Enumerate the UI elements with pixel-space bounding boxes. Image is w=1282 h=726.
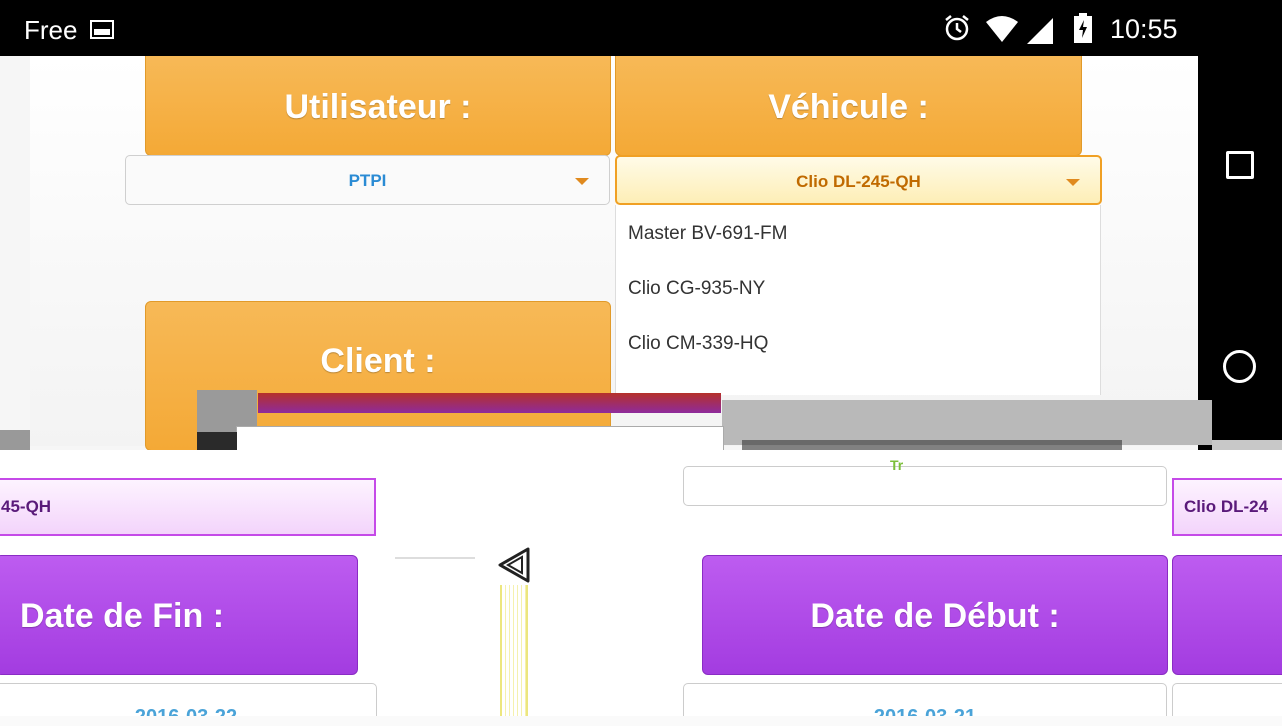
render-artifact (0, 430, 30, 452)
dropdown-option[interactable]: Clio CG-935-NY (616, 260, 1100, 315)
chevron-down-icon (575, 178, 589, 185)
user-select[interactable]: PTPI (125, 155, 610, 205)
chevron-down-icon (1066, 179, 1080, 186)
signal-icon (1027, 18, 1053, 44)
search-input[interactable] (683, 466, 1167, 506)
user-select-value: PTPI (348, 171, 387, 190)
vehicle-select-duplicate[interactable]: Clio DL-24 (1172, 478, 1282, 536)
clock: 10:55 (1110, 14, 1178, 44)
vehicle-label: Véhicule : (615, 56, 1082, 156)
battery-charging-icon (1074, 13, 1092, 43)
dropdown-option[interactable]: Clio CM-339-HQ (616, 315, 1100, 370)
render-artifact (258, 393, 721, 413)
alarm-icon (945, 15, 969, 41)
vehicle-select-duplicate[interactable]: 45-QH (0, 478, 376, 536)
end-date-label: Date de Fin : (0, 555, 358, 675)
home-icon[interactable] (1223, 350, 1256, 383)
vehicle-select[interactable]: Clio DL-245-QH (615, 155, 1102, 205)
carrier-name: Free (24, 15, 78, 45)
status-bar: Free 10:55 (0, 0, 1282, 56)
render-artifact (557, 600, 587, 720)
image-notification-icon (90, 20, 114, 39)
recent-apps-icon[interactable] (1226, 151, 1254, 179)
back-icon[interactable] (496, 546, 532, 584)
wifi-icon (986, 16, 1018, 42)
render-artifact (0, 716, 1282, 726)
vehicle-dropdown-list: Master BV-691-FM Clio CG-935-NY Clio CM-… (615, 205, 1101, 395)
partial-label: Tr (890, 457, 904, 473)
start-date-label: Date de Début : (702, 555, 1168, 675)
user-label: Utilisateur : (145, 56, 611, 156)
purple-header-partial (1172, 555, 1282, 675)
render-artifact (500, 585, 528, 725)
render-artifact (197, 432, 237, 452)
render-artifact (395, 557, 475, 559)
dropdown-option[interactable]: Master BV-691-FM (616, 205, 1100, 260)
vehicle-select-value: Clio DL-245-QH (796, 172, 921, 191)
render-artifact (722, 400, 1212, 445)
